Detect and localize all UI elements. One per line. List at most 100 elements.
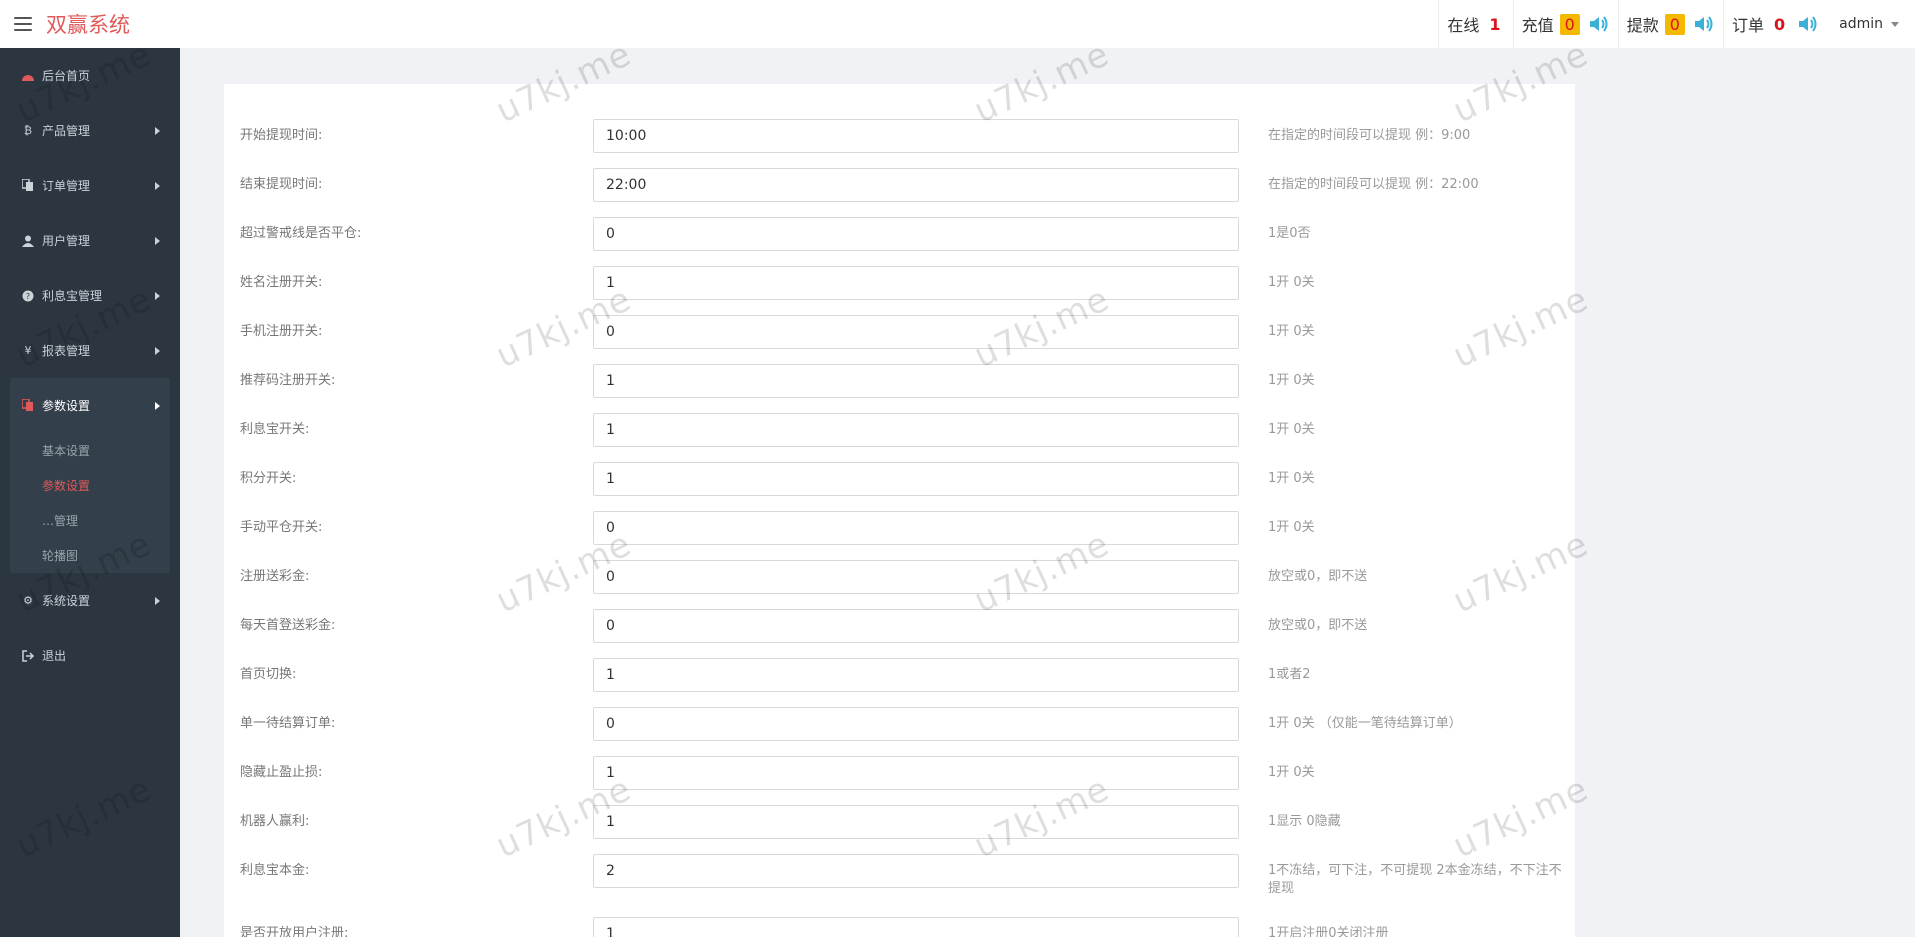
hamburger-icon (14, 17, 32, 31)
field-hint: 1开 0关 (1268, 324, 1315, 339)
field-hint: 在指定的时间段可以提现 例：9:00 (1268, 128, 1471, 143)
field-label: 超过警戒线是否平仓: (240, 226, 362, 241)
field-input[interactable] (593, 413, 1239, 447)
sidebar-subitem-manage[interactable]: …管理 (10, 503, 170, 538)
orders-stat[interactable]: 订单 0 (1722, 0, 1827, 48)
field-input[interactable] (593, 364, 1239, 398)
field-input[interactable] (593, 707, 1239, 741)
field-input[interactable] (593, 609, 1239, 643)
field-label: 手动平仓开关: (240, 520, 323, 535)
header-status: 在线 1 充值 0 提款 0 订单 0 admin (1438, 0, 1915, 48)
recharge-label: 充值 (1521, 16, 1554, 35)
recharge-count: 0 (1559, 13, 1580, 35)
form-row: 利息宝本金: 1不冻结，可下注，不可提现 2本金冻结，不下注不提现 (240, 854, 1570, 896)
field-input[interactable] (593, 511, 1239, 545)
sidebar-item-users[interactable]: 用户管理 (0, 213, 180, 268)
sidebar-item-label: 后台首页 (42, 69, 91, 83)
field-hint: 1或者2 (1268, 667, 1311, 682)
field-label: 首页切换: (240, 667, 297, 682)
withdraw-label: 提款 (1626, 16, 1659, 35)
username: admin (1839, 16, 1883, 32)
online-stat[interactable]: 在线 1 (1438, 0, 1512, 48)
field-label: 注册送彩金: (240, 569, 310, 584)
sidebar-subitem-params[interactable]: 参数设置 (10, 468, 170, 503)
field-hint: 1显示 0隐藏 (1268, 814, 1341, 829)
sidebar-item-label: 系统设置 (42, 594, 91, 608)
field-hint: 放空或0，即不送 (1268, 569, 1368, 584)
volume-icon[interactable] (1797, 14, 1819, 34)
app-brand[interactable]: 双赢系统 (46, 9, 130, 39)
field-input[interactable] (593, 854, 1239, 888)
field-label: 手机注册开关: (240, 324, 323, 339)
sidebar-item-label: 参数设置 (42, 399, 91, 413)
sidebar-subitem-basic[interactable]: 基本设置 (10, 433, 170, 468)
form-row: 结束提现时间: 在指定的时间段可以提现 例：22:00 (240, 168, 1570, 208)
sidebar-item-params[interactable]: 参数设置 (10, 378, 170, 433)
yen-icon: ¥ (24, 344, 32, 357)
sidebar: 后台首页 ₿ 产品管理 订单管理 用户管理 ? 利息宝管理 ¥ 报表管理 参数设… (0, 48, 180, 937)
form-row: 利息宝开关: 1开 0关 (240, 413, 1570, 453)
caret-right-icon (155, 596, 160, 605)
field-input[interactable] (593, 266, 1239, 300)
field-input[interactable] (593, 217, 1239, 251)
sign-out-icon (20, 648, 36, 664)
sidebar-item-logout[interactable]: 退出 (0, 628, 180, 683)
field-hint: 1开 0关 (1268, 765, 1315, 780)
field-input[interactable] (593, 315, 1239, 349)
menu-toggle-button[interactable] (0, 0, 46, 48)
volume-icon[interactable] (1588, 14, 1610, 34)
sidebar-item-interest[interactable]: ? 利息宝管理 (0, 268, 180, 323)
online-count: 1 (1489, 14, 1501, 34)
field-input[interactable] (593, 119, 1239, 153)
bitcoin-icon: ₿ (23, 124, 33, 137)
field-input[interactable] (593, 658, 1239, 692)
field-label: 结束提现时间: (240, 177, 323, 192)
sidebar-item-reports[interactable]: ¥ 报表管理 (0, 323, 180, 378)
field-label: 单一待结算订单: (240, 716, 336, 731)
field-hint: 1开 0关 (1268, 373, 1315, 388)
sidebar-item-label: 利息宝管理 (42, 289, 103, 303)
settings-panel: 开始提现时间: 在指定的时间段可以提现 例：9:00 结束提现时间: 在指定的时间段可… (224, 84, 1575, 937)
field-hint: 放空或0，即不送 (1268, 618, 1368, 633)
recharge-stat[interactable]: 充值 0 (1512, 0, 1618, 48)
caret-right-icon (155, 236, 160, 245)
user-menu[interactable]: admin (1827, 0, 1915, 48)
sidebar-item-label: 订单管理 (42, 179, 91, 193)
withdraw-stat[interactable]: 提款 0 (1617, 0, 1723, 48)
sidebar-item-products[interactable]: ₿ 产品管理 (0, 103, 180, 158)
field-input[interactable] (593, 560, 1239, 594)
withdraw-count: 0 (1664, 13, 1685, 35)
field-label: 积分开关: (240, 471, 297, 486)
copy-icon (20, 398, 36, 414)
sidebar-item-orders[interactable]: 订单管理 (0, 158, 180, 213)
copy-icon (20, 178, 36, 194)
field-hint: 1是0否 (1268, 226, 1311, 241)
dashboard-icon (20, 68, 36, 84)
sidebar-item-dashboard[interactable]: 后台首页 (0, 48, 180, 103)
field-hint: 1开 0关 （仅能一笔待结算订单） (1268, 716, 1462, 731)
volume-icon[interactable] (1693, 14, 1715, 34)
field-input[interactable] (593, 805, 1239, 839)
field-input[interactable] (593, 917, 1239, 937)
svg-text:?: ? (26, 292, 30, 301)
field-label: 姓名注册开关: (240, 275, 323, 290)
sidebar-subitem-carousel[interactable]: 轮播图 (10, 538, 170, 573)
sidebar-item-system[interactable]: ⚙ 系统设置 (0, 573, 180, 628)
caret-right-icon (155, 126, 160, 135)
form-row: 手机注册开关: 1开 0关 (240, 315, 1570, 355)
field-hint: 1开 0关 (1268, 275, 1315, 290)
sidebar-item-label: 报表管理 (42, 344, 91, 358)
form-row: 姓名注册开关: 1开 0关 (240, 266, 1570, 306)
field-input[interactable] (593, 756, 1239, 790)
field-hint: 1开 0关 (1268, 422, 1315, 437)
user-icon (20, 233, 36, 249)
field-input[interactable] (593, 168, 1239, 202)
field-label: 隐藏止盈止损: (240, 765, 323, 780)
sidebar-item-label: 退出 (42, 649, 67, 663)
field-input[interactable] (593, 462, 1239, 496)
form-row: 隐藏止盈止损: 1开 0关 (240, 756, 1570, 796)
field-label: 推荐码注册开关: (240, 373, 336, 388)
field-hint: 在指定的时间段可以提现 例：22:00 (1268, 177, 1479, 192)
field-label: 是否开放用户注册: (240, 926, 349, 937)
online-label: 在线 (1447, 16, 1480, 35)
